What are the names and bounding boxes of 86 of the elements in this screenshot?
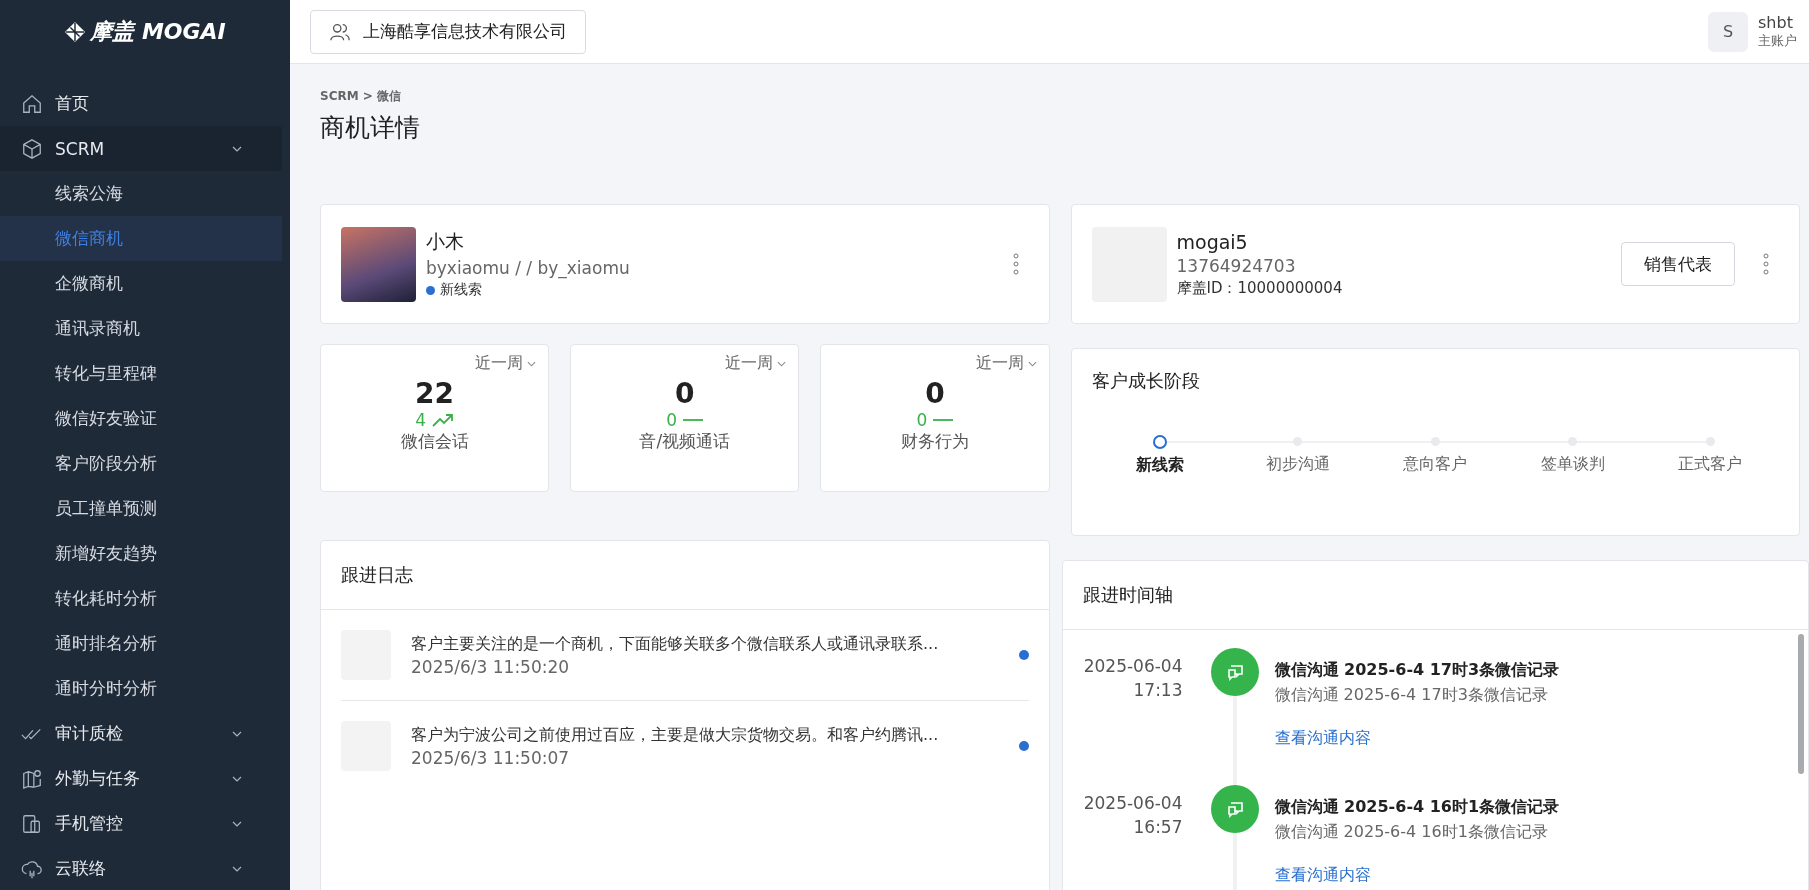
user-name: shbt — [1758, 13, 1794, 32]
owner-name: mogai5 — [1176, 230, 1249, 253]
stat-delta: 0 — [666, 410, 678, 430]
nav-item[interactable]: 外勤与任务 — [0, 756, 282, 801]
stat-value: 0 — [675, 377, 695, 410]
home-icon — [21, 92, 43, 115]
user-avatar[interactable]: S — [1708, 11, 1748, 52]
log-time: 2025/6/3 11:50:20 — [411, 656, 571, 677]
step-label[interactable]: 初步沟通 — [1265, 454, 1330, 475]
card-title: 跟进时间轴 — [1062, 561, 1808, 630]
nav-item[interactable]: SCRM — [0, 126, 282, 171]
card-title: 客户成长阶段 — [1091, 369, 1201, 393]
more-icon[interactable] — [1763, 252, 1769, 276]
nav-subitem[interactable]: 企微商机 — [0, 261, 282, 306]
chevron-icon — [1027, 360, 1037, 367]
chevron-icon — [232, 730, 242, 737]
log-text: 客户主要关注的是一个商机，下面能够关联多个微信联系人或通讯录联系... — [411, 633, 940, 655]
breadcrumb: SCRM > 微信 — [320, 88, 403, 105]
chevron-icon — [232, 775, 242, 782]
chat-icon — [1210, 785, 1259, 833]
step-label[interactable]: 意向客户 — [1403, 454, 1468, 475]
nav-subitem[interactable]: 转化耗时分析 — [0, 576, 282, 621]
page-title: 商机详情 — [320, 112, 421, 144]
period-dropdown[interactable]: 近一周 — [723, 351, 789, 376]
nav-item[interactable]: 审计质检 — [0, 711, 282, 756]
event-subtitle: 微信沟通 2025-6-4 16时1条微信记录 — [1274, 822, 1549, 843]
log-entry[interactable]: 客户主要关注的是一个商机，下面能够关联多个微信联系人或通讯录联系... 2025/6/3 11:50:20 — [341, 610, 1029, 701]
logo: 摩盖 MOGAI — [90, 17, 226, 46]
event-subtitle: 微信沟通 2025-6-4 17时3条微信记录 — [1274, 685, 1549, 706]
stat-label: 微信会话 — [400, 430, 469, 453]
scrollbar[interactable] — [1798, 634, 1804, 774]
chat-icon — [1210, 648, 1259, 696]
period-dropdown[interactable]: 近一周 — [473, 351, 539, 376]
stat-delta: 4 — [415, 410, 426, 430]
chevron-icon — [232, 820, 242, 827]
card-title: 跟进日志 — [321, 541, 1049, 610]
company-switcher[interactable]: 上海酷享信息技术有限公司 — [310, 9, 586, 54]
event-title: 微信沟通 2025-6-4 17时3条微信记录 — [1274, 660, 1560, 681]
stat-label: 财务行为 — [900, 430, 969, 453]
nav-subitem[interactable]: 通讯录商机 — [0, 306, 282, 351]
status-dot — [426, 285, 435, 295]
step-label[interactable]: 签单谈判 — [1540, 454, 1605, 475]
stat-value: 0 — [925, 377, 945, 410]
nav-subitem[interactable]: 通时排名分析 — [0, 621, 282, 666]
log-text: 客户为宁波公司之前使用过百应，主要是做大宗货物交易。和客户约腾讯... — [411, 724, 940, 746]
nav-subitem[interactable]: 新增好友趋势 — [0, 531, 282, 576]
nav-subitem[interactable]: 客户阶段分析 — [0, 441, 282, 486]
stat-label: 音/视频通话 — [639, 430, 731, 453]
role-button[interactable]: 销售代表 — [1621, 242, 1735, 286]
event-date: 2025-06-04 — [1083, 793, 1183, 813]
view-content-link[interactable]: 查看沟通内容 — [1274, 865, 1560, 886]
contact-name: 小木 — [426, 229, 465, 254]
nav-subitem[interactable]: 员工撞单预测 — [0, 486, 282, 531]
nav-item[interactable]: 云联络 — [0, 846, 282, 890]
log-entry[interactable]: 客户为宁波公司之前使用过百应，主要是做大宗货物交易。和客户约腾讯... 2025/6/3 11:50:07 — [341, 701, 1029, 791]
step-label[interactable]: 新线索 — [1136, 455, 1185, 476]
event-time: 17:13 — [1133, 680, 1183, 700]
nav-item[interactable]: 手机管控 — [0, 801, 282, 846]
chevron-icon — [232, 145, 242, 152]
stat-value: 22 — [415, 377, 455, 410]
map-pin-icon — [21, 767, 43, 790]
devices-icon — [21, 812, 43, 835]
log-time: 2025/6/3 11:50:07 — [411, 747, 571, 768]
chevron-icon — [777, 360, 787, 367]
owner-phone: 13764924703 — [1176, 255, 1297, 276]
owner-id: 摩盖ID：10000000004 — [1176, 278, 1344, 298]
event-time: 16:57 — [1133, 817, 1183, 837]
contact-handle: byxiaomu / / by_xiaomu — [426, 258, 631, 278]
step-label[interactable]: 正式客户 — [1678, 454, 1743, 475]
stat-delta: 0 — [916, 410, 928, 430]
cube-icon — [21, 137, 43, 160]
nav-subitem[interactable]: 线索公海 — [0, 171, 282, 216]
more-icon[interactable] — [1012, 252, 1019, 276]
status-label: 新线索 — [440, 281, 482, 299]
nav-subitem[interactable]: 转化与里程碑 — [0, 351, 282, 396]
user-role: 主账户 — [1758, 32, 1797, 50]
event-title: 微信沟通 2025-6-4 16时1条微信记录 — [1274, 797, 1560, 818]
nav-item[interactable]: 首页 — [0, 81, 282, 126]
nav-subitem[interactable]: 微信好友验证 — [0, 396, 282, 441]
nav-subitem[interactable]: 通时分时分析 — [0, 666, 282, 711]
logo-icon — [64, 20, 87, 43]
event-date: 2025-06-04 — [1083, 656, 1183, 676]
period-dropdown[interactable]: 近一周 — [973, 351, 1039, 376]
view-content-link[interactable]: 查看沟通内容 — [1274, 728, 1560, 749]
chevron-icon — [232, 865, 242, 872]
chevron-icon — [527, 360, 537, 367]
